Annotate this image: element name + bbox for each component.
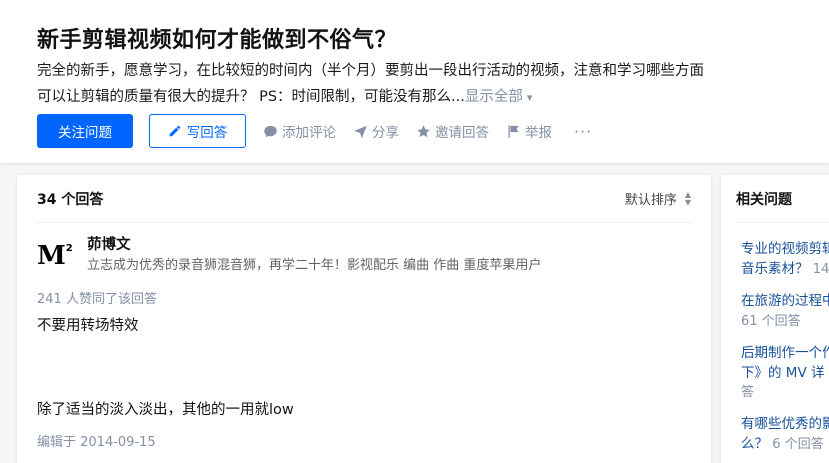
flag-icon <box>508 124 519 138</box>
related-question-line[interactable]: 音乐素材？ <box>741 261 809 277</box>
comment-icon <box>264 125 277 137</box>
avatar[interactable]: M2 <box>37 241 75 279</box>
add-comment-button[interactable]: 添加评论 <box>263 121 336 141</box>
related-question-item[interactable]: 专业的视频剪辑 音乐素材？ 14 <box>741 239 829 280</box>
sort-label: 默认排序 <box>624 193 677 208</box>
invite-answer-button[interactable]: 邀请回答 <box>416 121 489 141</box>
related-question-line[interactable]: 有哪些优秀的影 <box>741 414 829 434</box>
report-label: 举报 <box>525 125 552 141</box>
question-description-text: 完全的新手，愿意学习，在比较短的时间内（半个月）要剪出一段出行活动的视频，注意和… <box>37 63 704 105</box>
share-label: 分享 <box>372 125 399 141</box>
related-question-count: 61 个回答 <box>741 314 801 329</box>
sort-updown-icon: ▲ ▼ <box>684 189 691 207</box>
share-button[interactable]: 分享 <box>353 121 399 141</box>
related-question-line[interactable]: 后期制作一个作 <box>741 343 829 363</box>
related-question-item[interactable]: 有哪些优秀的影 么？ 6 个回答 <box>741 414 829 455</box>
sort-dropdown[interactable]: 默认排序 ▲ ▼ <box>625 189 691 208</box>
answer-author: M2 茆博文 立志成为优秀的录音狮混音狮，再学二十年！影视配乐 编曲 作曲 重度… <box>37 235 541 279</box>
related-question-line[interactable]: 专业的视频剪辑 <box>741 239 829 259</box>
author-bio: 立志成为优秀的录音狮混音狮，再学二十年！影视配乐 编曲 作曲 重度苹果用户 <box>87 258 542 273</box>
chevron-down-icon[interactable]: ▾ <box>527 85 533 111</box>
invite-answer-label: 邀请回答 <box>435 125 489 141</box>
avatar-letter: M <box>37 241 66 271</box>
related-question-item[interactable]: 后期制作一个作 下》的 MV 详 答 <box>741 343 829 403</box>
pencil-icon <box>169 125 181 137</box>
question-description: 完全的新手，愿意学习，在比较短的时间内（半个月）要剪出一段出行活动的视频，注意和… <box>37 58 707 111</box>
related-question-item[interactable]: 在旅游的过程中 61 个回答 <box>741 291 829 332</box>
answer-paragraph-2: 除了适当的淡入淡出，其他的一用就low <box>37 402 294 418</box>
author-info: 茆博文 立志成为优秀的录音狮混音狮，再学二十年！影视配乐 编曲 作曲 重度苹果用… <box>87 235 541 277</box>
related-questions-title: 相关问题 <box>736 175 829 223</box>
report-button[interactable]: 举报 <box>506 121 552 141</box>
answer-count: 34 个回答 <box>37 191 104 208</box>
question-header: 新手剪辑视频如何才能做到不俗气？ 完全的新手，愿意学习，在比较短的时间内（半个月… <box>0 0 829 163</box>
edited-timestamp[interactable]: 编辑于 2014-09-15 <box>37 431 156 450</box>
related-questions-card: 相关问题 专业的视频剪辑 音乐素材？ 14 在旅游的过程中 61 个回答 后期制… <box>721 175 829 463</box>
question-actions: 关注问题 写回答 添加评论 分享 邀请回答 举报 ··· <box>37 114 592 148</box>
related-question-count: 答 <box>741 385 755 400</box>
related-question-line[interactable]: 么？ <box>741 436 768 452</box>
related-question-line[interactable]: 下》的 MV 详 <box>741 363 829 383</box>
more-options-icon[interactable]: ··· <box>574 122 592 141</box>
avatar-superscript: 2 <box>65 243 73 254</box>
related-question-line[interactable]: 在旅游的过程中 <box>741 291 829 311</box>
question-title: 新手剪辑视频如何才能做到不俗气？ <box>37 28 398 53</box>
star-icon <box>417 124 430 137</box>
follow-question-button[interactable]: 关注问题 <box>37 114 133 148</box>
share-icon <box>354 125 367 138</box>
related-question-count: 14 <box>812 262 829 277</box>
answer-paragraph-1: 不要用转场特效 <box>37 318 139 334</box>
vote-count: 241 人赞同了该回答 <box>37 292 157 307</box>
write-answer-button[interactable]: 写回答 <box>149 114 246 148</box>
related-questions-list: 专业的视频剪辑 音乐素材？ 14 在旅游的过程中 61 个回答 后期制作一个作 … <box>741 239 829 463</box>
show-all-link[interactable]: 显示全部 <box>465 89 523 105</box>
author-name[interactable]: 茆博文 <box>87 235 541 255</box>
answer-content: 不要用转场特效 除了适当的淡入淡出，其他的一用就low <box>37 314 687 422</box>
add-comment-label: 添加评论 <box>282 125 336 141</box>
answers-header: 34 个回答 默认排序 ▲ ▼ <box>37 175 691 223</box>
related-question-count: 6 个回答 <box>772 437 824 452</box>
write-answer-label: 写回答 <box>186 125 228 141</box>
answers-card: 34 个回答 默认排序 ▲ ▼ M2 茆博文 立志成为优秀的录音狮混音狮，再学二十… <box>17 175 711 463</box>
